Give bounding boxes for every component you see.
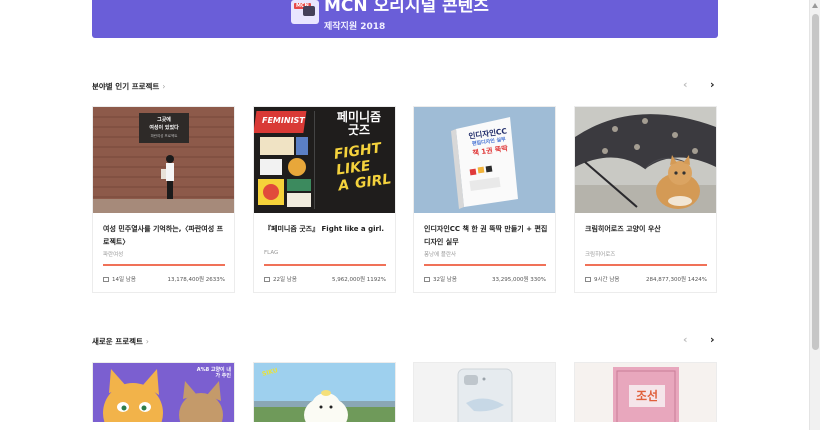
project-card[interactable]: SIKU — [253, 362, 396, 422]
project-thumbnail[interactable]: 인디자인CC 편집디자인 실무 책 1권 뚝딱 — [414, 107, 555, 213]
phone-case-thumbnail — [414, 363, 555, 422]
project-creator[interactable]: 크림히어로즈 — [585, 250, 615, 258]
thumb-text: 굿즈 — [347, 123, 371, 137]
project-creator[interactable]: FLAG — [264, 250, 278, 256]
project-card[interactable]: 그곳에 여성이 있었다 파란여성 프로젝트 여성 민주열사를 기억하는,〈파란여… — [92, 106, 235, 293]
thumb-text: A — [337, 177, 351, 195]
banner-subtitle: 제작지원 2018 — [324, 22, 386, 32]
project-card[interactable] — [413, 362, 556, 422]
funding-amount: 13,178,400원 2633% — [167, 277, 225, 283]
page-scrollbar[interactable] — [809, 0, 820, 430]
funding-progress-bar — [264, 264, 386, 266]
carousel-next-button[interactable]: › — [710, 334, 715, 345]
project-creator[interactable]: 파란여성 — [103, 250, 123, 258]
project-thumbnail[interactable]: 그곳에 여성이 있었다 파란여성 프로젝트 — [93, 107, 234, 213]
days-left: 22일 남음 — [264, 275, 297, 283]
calendar-icon — [424, 277, 430, 282]
carousel-next-button[interactable]: › — [710, 79, 715, 90]
funding-progress-bar — [103, 264, 225, 266]
scroll-up-arrow-icon[interactable] — [812, 3, 818, 8]
section-title-popular[interactable]: 분야별 인기 프로젝트 › — [92, 81, 165, 92]
project-title[interactable]: 『페미니즘 굿즈』 Fight like a girl. — [264, 223, 388, 236]
thumb-text: 그곳에 — [157, 117, 171, 123]
chevron-right-icon: › — [162, 82, 166, 91]
promo-banner[interactable]: MCN MCN 오리지널 콘텐츠 제작지원 2018 — [92, 0, 718, 38]
funding-amount: 284,877,300원 1424% — [645, 277, 707, 283]
funding-amount: 5,962,000원 1192% — [331, 277, 386, 283]
section-title-label: 분야별 인기 프로젝트 — [92, 82, 160, 91]
thumb-text: FEMINIST — [262, 116, 305, 125]
project-card[interactable]: 크림히어로즈 고양이 우산 크림히어로즈 9시간 남음 284,877,300원… — [574, 106, 717, 293]
funding-progress-bar — [424, 264, 546, 266]
project-title[interactable]: 인디자인CC 책 한 권 뚝딱 만들기 + 편집디자인 실무 — [424, 223, 548, 249]
book-cover-photo — [414, 107, 555, 213]
project-thumbnail[interactable] — [575, 107, 716, 213]
project-card[interactable]: 인디자인CC 편집디자인 실무 책 1권 뚝딱 인디자인CC 책 한 권 뚝딱 … — [413, 106, 556, 293]
project-thumbnail[interactable]: FEMINIST 페미니즘 굿즈 FIGHT LIKE A GIRL — [254, 107, 395, 213]
project-card[interactable]: 조선 — [574, 362, 717, 422]
days-left: 32일 남음 — [424, 275, 457, 283]
section-title-label: 새로운 프로젝트 — [92, 337, 143, 346]
project-title[interactable]: 크림히어로즈 고양이 우산 — [585, 223, 709, 236]
thumb-text: 조선 — [635, 389, 659, 403]
carousel-prev-button[interactable]: ‹ — [683, 334, 688, 345]
thumb-text: A%8 고양이 내가 주인 — [196, 367, 231, 379]
section-title-new[interactable]: 새로운 프로젝트 › — [92, 336, 149, 347]
days-left: 14일 남음 — [103, 275, 136, 283]
project-creator[interactable]: 퐁낭에 플란사 — [424, 250, 456, 258]
mcn-camera-icon: MCN — [291, 0, 319, 24]
funding-progress-bar — [585, 264, 707, 266]
camera-body — [303, 6, 315, 16]
chevron-right-icon: › — [145, 337, 149, 346]
project-card[interactable]: A%8 고양이 내가 주인 — [92, 362, 235, 422]
calendar-icon — [103, 277, 109, 282]
days-left: 9시간 남음 — [585, 275, 620, 283]
calendar-icon — [264, 277, 270, 282]
thumb-text: 여성이 있었다 — [149, 125, 179, 131]
thumb-small-text: 파란여성 프로젝트 — [150, 134, 178, 138]
cat-umbrella-photo — [575, 107, 716, 213]
project-card[interactable]: FEMINIST 페미니즘 굿즈 FIGHT LIKE A GIRL 『페미니즘 … — [253, 106, 396, 293]
carousel-prev-button[interactable]: ‹ — [683, 79, 688, 90]
funding-amount: 33,295,000원 330% — [491, 277, 546, 283]
calendar-icon — [585, 277, 591, 282]
project-title[interactable]: 여성 민주열사를 기억하는,〈파란여성 프로젝트〉 — [103, 223, 227, 249]
banner-title: MCN 오리지널 콘텐츠 — [324, 0, 489, 16]
scrollbar-thumb[interactable] — [812, 14, 819, 350]
